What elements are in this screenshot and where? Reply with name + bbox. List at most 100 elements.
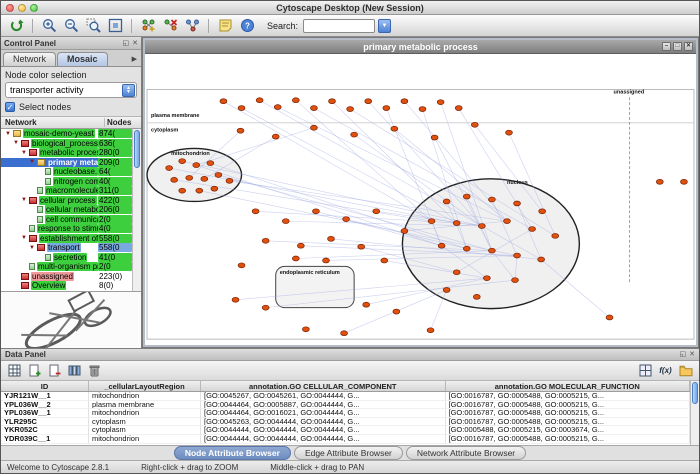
zoom-fit-icon[interactable] bbox=[105, 16, 125, 35]
network-canvas[interactable]: plasma membranecytoplasmmitochondrionnuc… bbox=[145, 54, 696, 345]
tree-item[interactable]: secretion41(0 bbox=[1, 253, 132, 263]
table-scrollbar-thumb[interactable] bbox=[692, 382, 698, 404]
nodes-column-header[interactable]: Nodes bbox=[105, 118, 141, 127]
frame-minimize-icon[interactable]: – bbox=[662, 42, 671, 51]
table-scrollbar[interactable] bbox=[690, 381, 699, 445]
column-header[interactable]: annotation.GO CELLULAR_COMPONENT bbox=[201, 381, 446, 391]
tree-item[interactable]: response to stimul...4(0 bbox=[1, 224, 132, 234]
new-network-icon[interactable] bbox=[138, 16, 158, 35]
network-column-header[interactable]: Network bbox=[1, 118, 105, 127]
tree-item[interactable]: ▼transport558(0 bbox=[1, 243, 132, 253]
network-overview[interactable] bbox=[1, 292, 141, 348]
select-nodes-checkbox[interactable]: ✓ bbox=[5, 102, 15, 112]
destroy-network-icon[interactable] bbox=[160, 16, 180, 35]
zoom-in-icon[interactable] bbox=[39, 16, 59, 35]
table-row[interactable]: YKR052Ccytoplasm[GO:0044444, GO:0044444,… bbox=[1, 426, 690, 435]
svg-text:cytoplasm: cytoplasm bbox=[151, 128, 178, 134]
select-nodes-label: Select nodes bbox=[19, 102, 71, 112]
close-panel-icon[interactable]: ✕ bbox=[132, 40, 138, 47]
status-bar: Welcome to Cytoscape 2.8.1 Right-click +… bbox=[1, 460, 699, 473]
select-arrow-icon: ▲▼ bbox=[122, 84, 135, 97]
tab-scroll-right-icon[interactable]: ▶ bbox=[132, 55, 141, 66]
red-tree-icon bbox=[37, 244, 45, 251]
delete-attribute-icon[interactable] bbox=[46, 363, 63, 379]
status-zoom-hint: Right-click + drag to ZOOM bbox=[141, 463, 238, 472]
refresh-icon[interactable] bbox=[6, 16, 26, 35]
tab-network-attribute-browser[interactable]: Network Attribute Browser bbox=[406, 446, 526, 460]
zoom-out-icon[interactable] bbox=[61, 16, 81, 35]
tab-mosaic[interactable]: Mosaic bbox=[57, 52, 108, 66]
leaf-tree-icon bbox=[29, 263, 35, 270]
tab-network[interactable]: Network bbox=[3, 52, 56, 66]
red-tree-icon bbox=[29, 149, 37, 156]
svg-text:plasma membrane: plasma membrane bbox=[151, 113, 199, 119]
leaf-tree-icon bbox=[45, 168, 51, 175]
float-panel-icon[interactable]: ◱ bbox=[123, 40, 130, 47]
function-builder-icon[interactable]: f(x) bbox=[657, 363, 674, 379]
tree-item[interactable]: ▼cellular process422(0 bbox=[1, 196, 132, 206]
toolbar-separator bbox=[32, 19, 33, 33]
red-tree-icon bbox=[29, 235, 37, 242]
matrix-icon[interactable] bbox=[637, 363, 654, 379]
svg-text:?: ? bbox=[245, 22, 250, 31]
tab-edge-attribute-browser[interactable]: Edge Attribute Browser bbox=[294, 446, 403, 460]
float-panel-icon[interactable]: ◱ bbox=[680, 351, 687, 358]
tree-item[interactable]: ▼primary metabo...209(0 bbox=[1, 158, 132, 168]
leaf-tree-icon bbox=[37, 216, 43, 223]
tree-item[interactable]: multi-organism pro...2(0 bbox=[1, 262, 132, 272]
tree-item[interactable]: cellular metabo...206(0 bbox=[1, 205, 132, 215]
table-row[interactable]: YPL036W__1mitochondrion[GO:0044464, GO:0… bbox=[1, 409, 690, 418]
attribute-table-body: YJR121W__1mitochondrion[GO:0045267, GO:0… bbox=[1, 392, 690, 444]
network-settings-icon[interactable] bbox=[182, 16, 202, 35]
network-frame-titlebar[interactable]: primary metabolic process – □ ✕ bbox=[145, 40, 696, 54]
network-view-title: primary metabolic process bbox=[363, 42, 478, 52]
tree-scrollbar-thumb[interactable] bbox=[134, 130, 140, 168]
tree-item[interactable]: ▼establishment of lo...558(0 bbox=[1, 234, 132, 244]
attribute-columns-icon[interactable] bbox=[66, 363, 83, 379]
tree-item[interactable]: Overview8(0) bbox=[1, 281, 132, 291]
tree-item[interactable]: ▼mosaic-demo-yeast874( bbox=[1, 129, 132, 139]
tree-item[interactable]: ▼metabolic process280(0 bbox=[1, 148, 132, 158]
tree-item[interactable]: cell communicat...2(0 bbox=[1, 215, 132, 225]
search-label: Search: bbox=[267, 21, 298, 31]
column-header[interactable]: ID bbox=[1, 381, 89, 391]
network-tree: ▼mosaic-demo-yeast874(▼biological_proces… bbox=[1, 129, 132, 291]
color-attribute-select[interactable]: transporter activity ▲▼ bbox=[5, 82, 137, 98]
table-row[interactable]: YPL036W__2plasma membrane[GO:0044464, GO… bbox=[1, 401, 690, 410]
search-combo-arrow-icon[interactable]: ▼ bbox=[378, 19, 391, 33]
tree-item[interactable]: unassigned223(0) bbox=[1, 272, 132, 282]
import-attributes-icon[interactable] bbox=[677, 363, 694, 379]
tree-item[interactable]: nitrogen compo...40( bbox=[1, 177, 132, 187]
minimize-window-button[interactable] bbox=[18, 4, 26, 12]
app-window: Cytoscape Desktop (New Session) bbox=[0, 0, 700, 474]
tree-item[interactable]: ▼biological_process636( bbox=[1, 139, 132, 149]
column-header[interactable]: annotation.GO MOLECULAR_FUNCTION bbox=[446, 381, 691, 391]
tree-scrollbar[interactable] bbox=[132, 129, 141, 291]
tree-item[interactable]: nucleobase...64( bbox=[1, 167, 132, 177]
table-row[interactable]: YDR039C__1mitochondrion[GO:0044444, GO:0… bbox=[1, 435, 690, 444]
select-attributes-icon[interactable] bbox=[6, 363, 23, 379]
control-panel-header: Control Panel ◱ ✕ bbox=[1, 37, 141, 50]
zoom-selected-icon[interactable] bbox=[83, 16, 103, 35]
data-panel: Data Panel ◱ ✕ f(x) bbox=[1, 348, 699, 445]
svg-text:nucleus: nucleus bbox=[507, 180, 528, 186]
folder-tree-icon bbox=[13, 130, 21, 137]
trash-icon[interactable] bbox=[86, 363, 103, 379]
node-color-section: Node color selection transporter activit… bbox=[1, 67, 141, 117]
zoom-window-button[interactable] bbox=[30, 4, 38, 12]
search-input[interactable] bbox=[303, 19, 375, 33]
close-window-button[interactable] bbox=[6, 4, 14, 12]
tab-node-attribute-browser[interactable]: Node Attribute Browser bbox=[174, 446, 291, 460]
column-header[interactable]: _cellularLayoutRegion bbox=[89, 381, 201, 391]
close-panel-icon[interactable]: ✕ bbox=[689, 351, 695, 358]
table-row[interactable]: YJR121W__1mitochondrion[GO:0045267, GO:0… bbox=[1, 392, 690, 401]
tree-item[interactable]: macromolecule...311(0 bbox=[1, 186, 132, 196]
help-icon[interactable]: ? bbox=[237, 16, 257, 35]
main-toolbar: ? Search: ▼ bbox=[1, 15, 699, 37]
frame-maximize-icon[interactable]: □ bbox=[673, 42, 682, 51]
leaf-tree-icon bbox=[29, 225, 35, 232]
annotation-icon[interactable] bbox=[215, 16, 235, 35]
frame-close-icon[interactable]: ✕ bbox=[684, 42, 693, 51]
table-row[interactable]: YLR295Ccytoplasm[GO:0045263, GO:0044444,… bbox=[1, 418, 690, 427]
create-attribute-icon[interactable] bbox=[26, 363, 43, 379]
